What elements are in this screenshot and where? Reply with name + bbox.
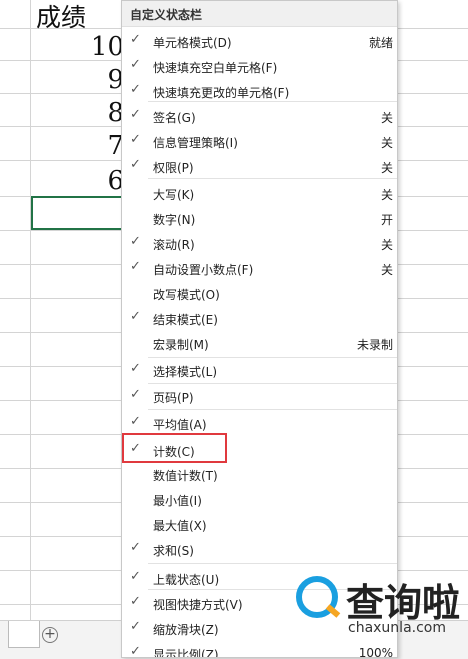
menu-item[interactable]: ✓ 选择模式(L) <box>122 358 397 383</box>
menu-separator <box>148 409 397 410</box>
watermark-text: 查询啦 <box>346 581 461 625</box>
menu-item-label: 改写模式(O) <box>153 288 220 302</box>
menu-item-label: 滚动(R) <box>153 238 195 252</box>
menu-item-label: 视图快捷方式(V) <box>153 598 243 612</box>
site-watermark: 查询啦 chaxunla.com <box>296 570 464 644</box>
menu-item[interactable]: ✓ 结束模式(E) <box>122 306 397 331</box>
check-icon: ✓ <box>130 540 141 555</box>
sheet-tab[interactable] <box>8 621 40 648</box>
check-icon: ✓ <box>130 619 141 634</box>
check-icon: ✓ <box>130 107 141 122</box>
menu-item[interactable]: ✓ 自动设置小数点(F) 关 <box>122 256 397 281</box>
menu-separator <box>148 383 397 384</box>
score-cell[interactable]: 10 <box>91 32 124 62</box>
menu-item-label: 页码(P) <box>153 391 194 405</box>
menu-item[interactable]: ✓ 快速填充空白单元格(F) <box>122 54 397 79</box>
check-icon: ✓ <box>130 57 141 72</box>
menu-item[interactable]: 大写(K) 关 <box>122 181 397 206</box>
menu-item-value: 未录制 <box>356 338 393 352</box>
active-cell-selection[interactable] <box>31 196 126 230</box>
menu-item-value: 100% <box>358 646 393 658</box>
menu-item[interactable]: ✓ 求和(S) <box>122 537 397 562</box>
check-icon: ✓ <box>130 361 141 376</box>
menu-item-label: 大写(K) <box>153 188 195 202</box>
menu-item[interactable]: 数字(N) 开 <box>122 206 397 231</box>
check-icon: ✓ <box>130 132 141 147</box>
menu-title: 自定义状态栏 <box>130 8 203 22</box>
menu-item-label: 上载状态(U) <box>153 573 220 587</box>
highlight-box <box>122 433 227 463</box>
menu-item-label: 数值计数(T) <box>153 469 218 483</box>
menu-item-label: 宏录制(M) <box>153 338 209 352</box>
plus-circle-icon[interactable]: + <box>42 627 58 643</box>
menu-item[interactable]: ✓ 单元格模式(D) 就绪 <box>122 29 397 54</box>
menu-item-label: 快速填充空白单元格(F) <box>153 61 278 75</box>
menu-separator <box>148 563 397 564</box>
menu-item-label: 自动设置小数点(F) <box>153 263 254 277</box>
check-icon: ✓ <box>130 309 141 324</box>
check-icon: ✓ <box>130 644 141 658</box>
check-icon: ✓ <box>130 32 141 47</box>
menu-item-value: 关 <box>380 111 393 125</box>
menu-title-bar: 自定义状态栏 <box>122 1 397 27</box>
menu-item-label: 求和(S) <box>153 544 194 558</box>
menu-item-value: 关 <box>380 238 393 252</box>
menu-item-label: 平均值(A) <box>153 418 207 432</box>
menu-item[interactable]: ✓ 信息管理策略(I) 关 <box>122 129 397 154</box>
check-icon: ✓ <box>130 259 141 274</box>
menu-item-label: 快速填充更改的单元格(F) <box>153 86 290 100</box>
menu-item-label: 信息管理策略(I) <box>153 136 238 150</box>
menu-item-value: 关 <box>380 161 393 175</box>
menu-item-label: 最大值(X) <box>153 519 207 533</box>
check-icon: ✓ <box>130 414 141 429</box>
check-icon: ✓ <box>130 387 141 402</box>
menu-item[interactable]: 改写模式(O) <box>122 281 397 306</box>
menu-item-label: 单元格模式(D) <box>153 36 232 50</box>
menu-item-label: 显示比例(Z) <box>153 648 219 658</box>
magnifier-logo-icon <box>296 576 338 618</box>
menu-item-value: 就绪 <box>368 36 393 50</box>
check-icon: ✓ <box>130 569 141 584</box>
menu-item[interactable]: 数值计数(T) <box>122 462 397 487</box>
menu-item[interactable]: 最小值(I) <box>122 487 397 512</box>
menu-item[interactable]: 最大值(X) <box>122 512 397 537</box>
menu-item[interactable]: ✓ 签名(G) 关 <box>122 104 397 129</box>
menu-item-label: 数字(N) <box>153 213 196 227</box>
customize-status-bar-menu: 自定义状态栏 ✓ 单元格模式(D) 就绪 ✓ 快速填充空白单元格(F) ✓ 快速填充更改的单… <box>121 0 398 658</box>
watermark-url: chaxunla.com <box>348 620 446 636</box>
menu-separator <box>148 357 397 358</box>
check-icon: ✓ <box>130 157 141 172</box>
menu-item[interactable]: ✓ 页码(P) <box>122 384 397 409</box>
menu-item-label: 缩放滑块(Z) <box>153 623 219 637</box>
check-icon: ✓ <box>130 594 141 609</box>
menu-item-label: 最小值(I) <box>153 494 202 508</box>
check-icon: ✓ <box>130 234 141 249</box>
menu-item[interactable]: 宏录制(M) 未录制 <box>122 331 397 356</box>
menu-item-label: 选择模式(L) <box>153 365 218 379</box>
menu-item[interactable]: ✓ 权限(P) 关 <box>122 154 397 179</box>
menu-separator <box>148 178 397 179</box>
menu-item-label: 权限(P) <box>153 161 194 175</box>
menu-item-value: 关 <box>380 136 393 150</box>
menu-separator <box>148 101 397 102</box>
menu-item-value: 开 <box>380 213 393 227</box>
check-icon: ✓ <box>130 82 141 97</box>
menu-item-value: 关 <box>380 188 393 202</box>
menu-item-label: 结束模式(E) <box>153 313 218 327</box>
column-header-cell[interactable]: 成绩 <box>36 0 86 34</box>
menu-item[interactable]: ✓ 滚动(R) 关 <box>122 231 397 256</box>
menu-item-label: 签名(G) <box>153 111 196 125</box>
menu-item-value: 关 <box>380 263 393 277</box>
